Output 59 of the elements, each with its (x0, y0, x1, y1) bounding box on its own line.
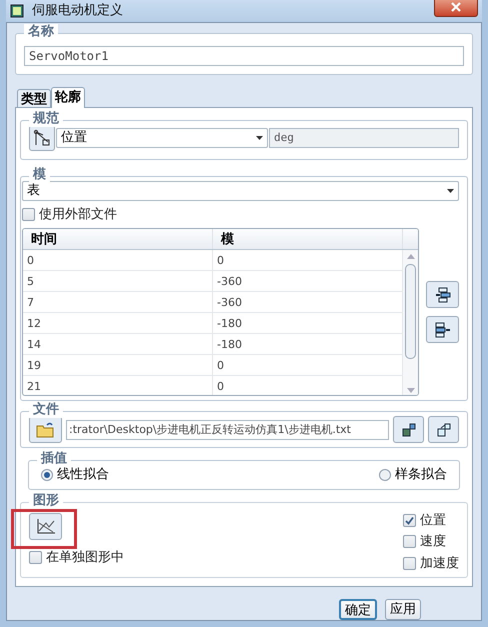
open-file-button[interactable] (29, 416, 62, 443)
folder-icon (36, 422, 56, 438)
table-cell: 14 (23, 334, 213, 354)
checkbox-label: 在单独图形中 (46, 548, 124, 566)
group-label: 图形 (29, 492, 63, 508)
cube-icon (436, 422, 452, 438)
highlight-frame (11, 508, 77, 548)
table-cell: 5 (23, 271, 213, 291)
close-button[interactable] (434, 0, 478, 17)
chart-icon (36, 518, 56, 534)
checkbox[interactable] (403, 556, 416, 570)
radio-button[interactable] (41, 468, 53, 481)
spec-dropdown[interactable]: 位置 (56, 128, 268, 148)
checkmark-icon (405, 516, 414, 525)
tab[interactable]: 类型 (17, 88, 51, 106)
column-header: 模 (213, 229, 403, 249)
tab[interactable]: 轮廓 (51, 86, 85, 108)
table-cell: 12 (23, 313, 213, 333)
checkbox[interactable] (403, 535, 416, 548)
checkbox[interactable] (22, 208, 35, 221)
append-row-button[interactable] (426, 316, 459, 343)
close-icon (451, 2, 461, 12)
group-label: 名称 (24, 24, 58, 40)
caret-icon (256, 136, 263, 140)
radio-label: 线性拟合 (57, 466, 109, 484)
dialog-button[interactable]: 应用 (385, 599, 421, 620)
dialog-button[interactable]: 确定 (339, 599, 377, 620)
insert-row-button[interactable] (426, 281, 459, 308)
group-label: 插值 (37, 451, 71, 467)
table-cell: 0 (23, 250, 213, 270)
group-label: 文件 (29, 402, 63, 418)
module-dropdown[interactable]: 表 (22, 180, 459, 200)
checkbox[interactable] (29, 550, 42, 564)
group-label: 模 (29, 166, 50, 182)
checkbox-label: 位置 (420, 512, 446, 530)
table-cell: 21 (23, 376, 213, 395)
import-button[interactable] (393, 416, 424, 443)
unit-field: deg (269, 128, 459, 148)
caret-icon (447, 188, 454, 192)
table-row-append-icon (434, 322, 450, 338)
table-cell: 19 (23, 355, 213, 375)
checkbox-label: 使用外部文件 (39, 206, 117, 224)
profile-sketch-icon (33, 128, 51, 146)
table-cell: 7 (23, 292, 213, 312)
window-title: 伺服电动机定义 (32, 2, 123, 20)
export-button[interactable] (428, 416, 459, 443)
table-row-insert-icon (434, 286, 450, 302)
checkbox-label: 加速度 (420, 554, 459, 572)
checkbox-label: 速度 (420, 533, 446, 551)
column-header: 时间 (23, 229, 213, 249)
window-icon (10, 4, 24, 18)
graph-button[interactable] (29, 512, 62, 540)
checkbox[interactable] (403, 514, 416, 527)
radio-button[interactable] (379, 468, 391, 481)
group-label: 规范 (29, 110, 63, 126)
file-path-field[interactable]: :trator\Desktop\步进电机正反转运动仿真1\步进电机.txt (66, 420, 389, 440)
radio-label: 样条拟合 (395, 466, 447, 484)
name-field[interactable]: ServoMotor1 (24, 46, 464, 66)
cube-icon (400, 422, 416, 438)
